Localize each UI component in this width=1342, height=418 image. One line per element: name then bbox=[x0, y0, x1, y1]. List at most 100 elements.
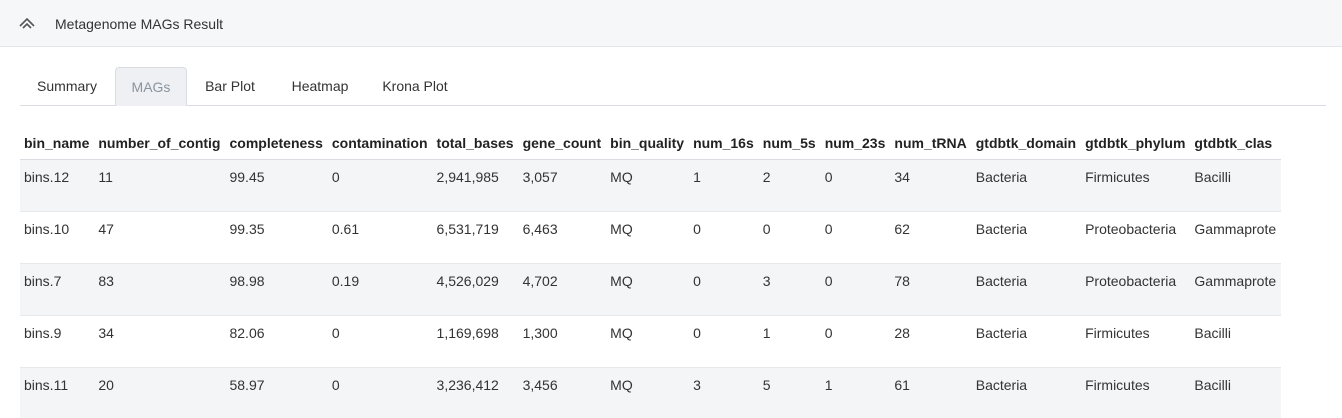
table-cell-completeness: 58.97 bbox=[225, 367, 328, 418]
table-row: bins.10 47 99.35 0.61 6,531,719 6,463 MQ 0 0 0 62 B… bbox=[20, 211, 1282, 264]
table-cell-completeness: 98.98 bbox=[225, 263, 328, 316]
table-cell-total-bases: 6,531,719 bbox=[432, 211, 519, 264]
table-cell-num-tRNA: 78 bbox=[890, 263, 972, 316]
table-cell-total-bases: 2,941,985 bbox=[432, 159, 519, 212]
table-cell-total-bases: 4,526,029 bbox=[432, 263, 519, 316]
table-cell-num-16s: 1 bbox=[689, 159, 759, 212]
table-cell-num-tRNA: 34 bbox=[890, 159, 972, 212]
table-cell-num-5s: 3 bbox=[758, 263, 821, 316]
table-cell-gene-count: 4,702 bbox=[518, 263, 607, 316]
tab-summary[interactable]: Summary bbox=[20, 67, 114, 105]
table-cell-number-of-contig: 11 bbox=[94, 159, 226, 212]
table-cell-gtdbtk-phylum: Firmicutes bbox=[1081, 367, 1191, 418]
table-cell-gtdbtk-clas: Gammaprote bbox=[1190, 211, 1282, 264]
table-cell-completeness: 82.06 bbox=[225, 315, 328, 368]
panel-header[interactable]: Metagenome MAGs Result bbox=[0, 0, 1342, 47]
table-cell-num-5s: 1 bbox=[758, 315, 821, 368]
table-cell-num-23s: 0 bbox=[820, 263, 891, 316]
table-body: bins.12 11 99.45 0 2,941,985 3,057 MQ 1 2 0 34 Bact… bbox=[20, 159, 1282, 418]
column-header-total-bases[interactable]: total_bases bbox=[432, 127, 519, 160]
table-cell-bin-quality: MQ bbox=[606, 315, 690, 368]
table-cell-number-of-contig: 34 bbox=[94, 315, 226, 368]
column-header-num-16s[interactable]: num_16s bbox=[689, 127, 759, 160]
table-cell-total-bases: 3,236,412 bbox=[432, 367, 519, 418]
table-cell-gtdbtk-domain: Bacteria bbox=[971, 159, 1082, 212]
table-row: bins.11 20 58.97 0 3,236,412 3,456 MQ 3 5 1 61 Bact… bbox=[20, 367, 1282, 418]
table-cell-num-tRNA: 62 bbox=[890, 211, 972, 264]
table-row: bins.7 83 98.98 0.19 4,526,029 4,702 MQ 0 3 0 78 Ba… bbox=[20, 263, 1282, 316]
table-cell-num-16s: 0 bbox=[689, 315, 759, 368]
column-header-gtdbtk-phylum[interactable]: gtdbtk_phylum bbox=[1081, 127, 1191, 160]
tab-bar-plot[interactable]: Bar Plot bbox=[192, 67, 268, 105]
table-row: bins.9 34 82.06 0 1,169,698 1,300 MQ 0 1 0 28 Bacte… bbox=[20, 315, 1282, 368]
table-cell-contamination: 0 bbox=[327, 367, 433, 418]
column-header-completeness[interactable]: completeness bbox=[225, 127, 328, 160]
column-header-bin-quality[interactable]: bin_quality bbox=[606, 127, 690, 160]
table-cell-bin-name: bins.12 bbox=[20, 159, 95, 212]
mags-table-container[interactable]: bin_name number_of_contig completeness cont… bbox=[20, 127, 1342, 418]
column-header-num-tRNA[interactable]: num_tRNA bbox=[890, 127, 972, 160]
tab-krona-plot[interactable]: Krona Plot bbox=[372, 67, 458, 105]
table-cell-gtdbtk-phylum: Proteobacteria bbox=[1081, 263, 1191, 316]
tab-bar: Summary MAGs Bar Plot Heatmap Krona Plot bbox=[20, 67, 1326, 106]
table-cell-number-of-contig: 20 bbox=[94, 367, 226, 418]
table-cell-bin-name: bins.10 bbox=[20, 211, 95, 264]
column-header-gene-count[interactable]: gene_count bbox=[518, 127, 607, 160]
table-cell-gene-count: 1,300 bbox=[518, 315, 607, 368]
table-cell-number-of-contig: 47 bbox=[94, 211, 226, 264]
table-cell-contamination: 0.19 bbox=[327, 263, 433, 316]
table-cell-bin-quality: MQ bbox=[606, 211, 690, 264]
column-header-gtdbtk-domain[interactable]: gtdbtk_domain bbox=[971, 127, 1082, 160]
column-header-contamination[interactable]: contamination bbox=[327, 127, 433, 160]
table-cell-contamination: 0 bbox=[327, 159, 433, 212]
table-cell-bin-quality: MQ bbox=[606, 263, 690, 316]
table-cell-gtdbtk-phylum: Proteobacteria bbox=[1081, 211, 1191, 264]
table-cell-contamination: 0.61 bbox=[327, 211, 433, 264]
table-header-row: bin_name number_of_contig completeness cont… bbox=[20, 127, 1282, 160]
table-cell-number-of-contig: 83 bbox=[94, 263, 226, 316]
table-cell-gtdbtk-domain: Bacteria bbox=[971, 315, 1082, 368]
table-cell-contamination: 0 bbox=[327, 315, 433, 368]
table-row: bins.12 11 99.45 0 2,941,985 3,057 MQ 1 2 0 34 Bact… bbox=[20, 159, 1282, 212]
table-cell-num-23s: 0 bbox=[820, 159, 891, 212]
table-cell-bin-name: bins.7 bbox=[20, 263, 95, 316]
table-cell-num-5s: 5 bbox=[758, 367, 821, 418]
table-cell-gtdbtk-clas: Bacilli bbox=[1190, 367, 1282, 418]
table-cell-num-5s: 0 bbox=[758, 211, 821, 264]
table-cell-num-16s: 0 bbox=[689, 211, 759, 264]
column-header-bin-name[interactable]: bin_name bbox=[20, 127, 95, 160]
table-cell-completeness: 99.35 bbox=[225, 211, 328, 264]
table-cell-num-23s: 0 bbox=[820, 315, 891, 368]
column-header-num-5s[interactable]: num_5s bbox=[758, 127, 821, 160]
table-cell-gtdbtk-phylum: Firmicutes bbox=[1081, 159, 1191, 212]
table-cell-gtdbtk-clas: Bacilli bbox=[1190, 315, 1282, 368]
table-cell-gtdbtk-clas: Gammaprote bbox=[1190, 263, 1282, 316]
collapse-chevron-icon[interactable] bbox=[18, 16, 36, 30]
table-cell-gene-count: 6,463 bbox=[518, 211, 607, 264]
table-cell-gene-count: 3,456 bbox=[518, 367, 607, 418]
tab-heatmap[interactable]: Heatmap bbox=[278, 67, 362, 105]
table-cell-num-5s: 2 bbox=[758, 159, 821, 212]
column-header-number-of-contig[interactable]: number_of_contig bbox=[94, 127, 226, 160]
table-cell-num-16s: 0 bbox=[689, 263, 759, 316]
tab-mags[interactable]: MAGs bbox=[115, 67, 187, 106]
table-cell-bin-name: bins.9 bbox=[20, 315, 95, 368]
table-cell-gtdbtk-phylum: Firmicutes bbox=[1081, 315, 1191, 368]
table-cell-num-23s: 1 bbox=[820, 367, 891, 418]
table-cell-gtdbtk-domain: Bacteria bbox=[971, 367, 1082, 418]
panel-title: Metagenome MAGs Result bbox=[55, 16, 224, 32]
mags-table: bin_name number_of_contig completeness cont… bbox=[20, 127, 1282, 418]
table-cell-num-23s: 0 bbox=[820, 211, 891, 264]
table-cell-bin-quality: MQ bbox=[606, 367, 690, 418]
table-cell-num-tRNA: 61 bbox=[890, 367, 972, 418]
table-cell-gtdbtk-domain: Bacteria bbox=[971, 263, 1082, 316]
table-cell-num-tRNA: 28 bbox=[890, 315, 972, 368]
column-header-gtdbtk-clas[interactable]: gtdbtk_clas bbox=[1190, 127, 1282, 160]
table-cell-completeness: 99.45 bbox=[225, 159, 328, 212]
table-cell-total-bases: 1,169,698 bbox=[432, 315, 519, 368]
table-cell-gene-count: 3,057 bbox=[518, 159, 607, 212]
column-header-num-23s[interactable]: num_23s bbox=[820, 127, 891, 160]
table-cell-gtdbtk-domain: Bacteria bbox=[971, 211, 1082, 264]
table-cell-num-16s: 3 bbox=[689, 367, 759, 418]
table-cell-bin-name: bins.11 bbox=[20, 367, 95, 418]
